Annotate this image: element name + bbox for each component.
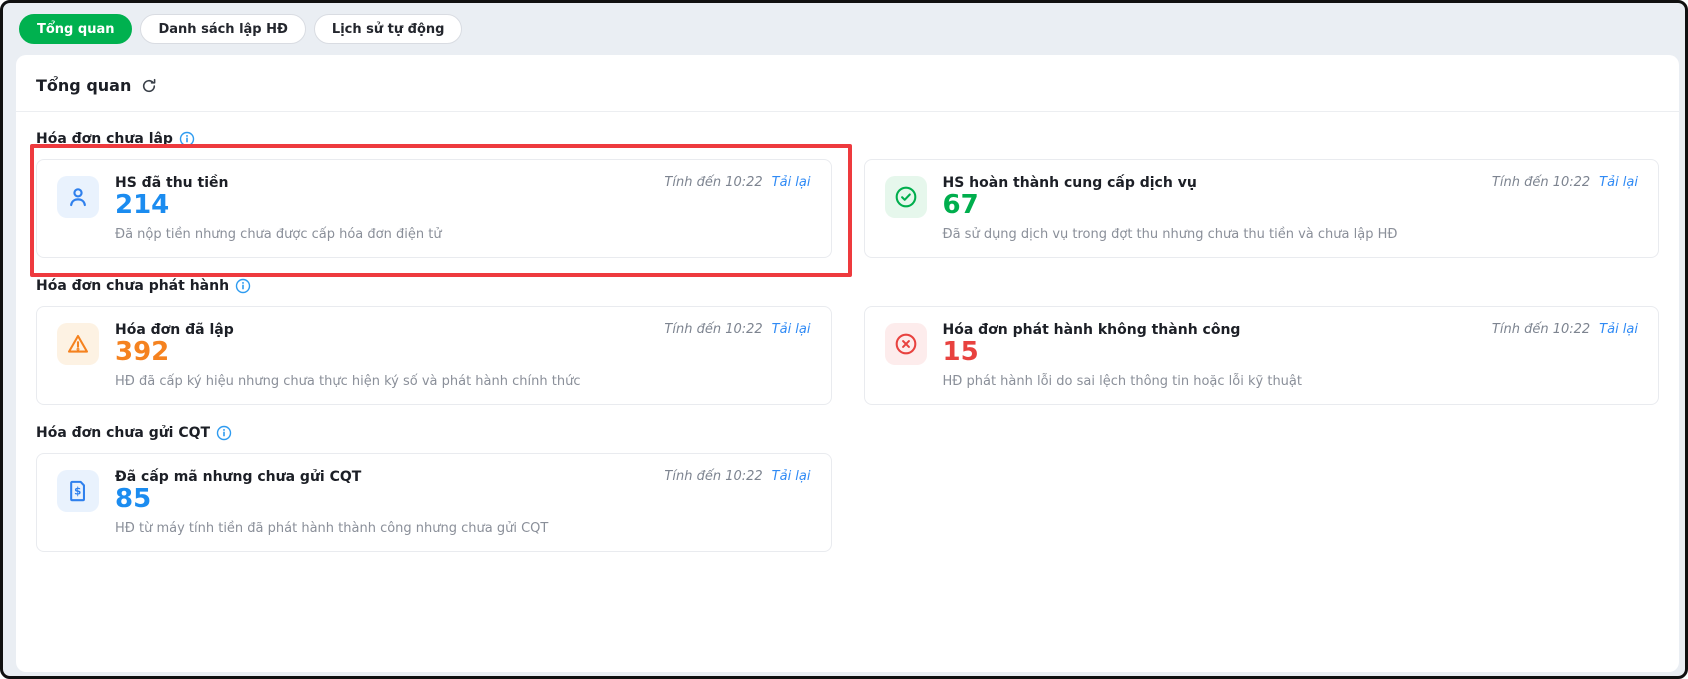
overview-panel: Tổng quan Hóa đơn chưa lập HS đã thu tiề…	[16, 55, 1679, 672]
as-of-text: Tính đến 10:22	[1491, 322, 1591, 338]
card-timestamp: Tính đến 10:22 Tải lại	[664, 320, 810, 337]
section-label-text: Hóa đơn chưa phát hành	[36, 278, 230, 295]
as-of-text: Tính đến 10:22	[664, 175, 763, 190]
page-title: Tổng quan	[36, 76, 132, 95]
card-timestamp: Tính đến 10:22 Tải lại	[1492, 320, 1638, 337]
card-value: 85	[115, 484, 152, 515]
card-title: Đã cấp mã nhưng chưa gửi CQT	[115, 469, 362, 486]
cards-row-2: Hóa đơn đã lập Tính đến 10:22 Tải lại 392…	[36, 306, 1659, 406]
card-description: HĐ từ máy tính tiền đã phát hành thành c…	[115, 521, 549, 537]
invoice-dollar-icon: $	[57, 470, 99, 513]
card-description: HĐ phát hành lỗi do sai lệch thông tin h…	[942, 374, 1302, 390]
card-timestamp: Tính đến 10:22 Tải lại	[1492, 173, 1638, 190]
cards-row-3: $ Đã cấp mã nhưng chưa gửi CQT Tính đến …	[36, 453, 1659, 553]
tab-tong-quan[interactable]: Tổng quan	[19, 14, 133, 44]
x-circle-icon	[884, 323, 927, 366]
cards-row-1: HS đã thu tiền Tính đến 10:22 Tải lại 214…	[30, 144, 1659, 278]
card-top: HS hoàn thành cung cấp dịch vụ Tính đến …	[943, 173, 1639, 191]
panel-header: Tổng quan	[16, 55, 1679, 112]
top-tab-bar: Tổng quan Danh sách lập HĐ Lịch sử tự độ…	[3, 3, 1685, 55]
card-timestamp: Tính đến 10:22 Tải lại	[664, 173, 810, 190]
card-timestamp: Tính đến 10:22 Tải lại	[664, 467, 810, 484]
section-label-hoa-don-chua-gui-cqt: Hóa đơn chưa gửi CQT	[36, 425, 1659, 441]
card-title: HS đã thu tiền	[115, 175, 229, 191]
reload-link[interactable]: Tải lại	[1599, 322, 1638, 337]
card-description: HĐ đã cấp ký hiệu nhưng chưa thực hiện k…	[115, 374, 581, 390]
card-description: Đã sử dụng dịch vụ trong đợt thu nhưng c…	[942, 227, 1398, 243]
as-of-text: Tính đến 10:22	[664, 322, 763, 338]
card-top: Đã cấp mã nhưng chưa gửi CQT Tính đến 10…	[115, 467, 811, 485]
card-phat-hanh-khong-thanh-cong[interactable]: Hóa đơn phát hành không thành công Tính …	[863, 306, 1659, 406]
svg-text:$: $	[74, 486, 81, 498]
user-icon	[57, 176, 99, 218]
section-label-hoa-don-chua-lap: Hóa đơn chưa lập	[36, 131, 1659, 147]
section-label-text: Hóa đơn chưa gửi CQT	[36, 425, 211, 442]
info-icon[interactable]	[216, 425, 232, 441]
card-main: Hóa đơn đã lập Tính đến 10:22 Tải lại 392…	[115, 320, 811, 389]
section-label-text: Hóa đơn chưa lập	[36, 131, 173, 147]
card-main: HS hoàn thành cung cấp dịch vụ Tính đến …	[943, 173, 1639, 242]
panel-body: Hóa đơn chưa lập HS đã thu tiền Tính đến…	[16, 112, 1679, 572]
reload-link[interactable]: Tải lại	[772, 469, 811, 484]
card-description: Đã nộp tiền nhưng chưa được cấp hóa đơn …	[115, 227, 442, 243]
refresh-icon[interactable]	[141, 78, 157, 94]
app-window: Tổng quan Danh sách lập HĐ Lịch sử tự độ…	[0, 0, 1688, 679]
reload-link[interactable]: Tải lại	[772, 175, 811, 190]
card-main: Hóa đơn phát hành không thành công Tính …	[943, 320, 1639, 389]
card-da-cap-ma-chua-gui-cqt[interactable]: $ Đã cấp mã nhưng chưa gửi CQT Tính đến …	[36, 453, 832, 553]
as-of-text: Tính đến 10:22	[664, 469, 763, 485]
card-hs-hoan-thanh-dich-vu[interactable]: HS hoàn thành cung cấp dịch vụ Tính đến …	[863, 159, 1659, 259]
tab-danh-sach-lap-hd[interactable]: Danh sách lập HĐ	[140, 14, 306, 44]
info-icon[interactable]	[235, 278, 251, 294]
reload-link[interactable]: Tải lại	[1599, 175, 1638, 190]
check-circle-icon	[884, 176, 927, 218]
card-value: 392	[115, 337, 170, 368]
card-main: HS đã thu tiền Tính đến 10:22 Tải lại 214…	[115, 173, 811, 242]
warning-triangle-icon	[57, 323, 99, 366]
tab-lich-su-tu-dong[interactable]: Lịch sử tự động	[313, 14, 463, 44]
card-value: 15	[942, 337, 979, 368]
card-hoa-don-da-lap[interactable]: Hóa đơn đã lập Tính đến 10:22 Tải lại 392…	[36, 306, 832, 406]
as-of-text: Tính đến 10:22	[1491, 175, 1591, 190]
card-top: Hóa đơn đã lập Tính đến 10:22 Tải lại	[115, 320, 811, 338]
card-top: HS đã thu tiền Tính đến 10:22 Tải lại	[115, 173, 811, 191]
card-top: Hóa đơn phát hành không thành công Tính …	[943, 320, 1639, 338]
card-title: Hóa đơn phát hành không thành công	[942, 322, 1241, 339]
card-value: 67	[942, 190, 979, 220]
card-hs-da-thu-tien[interactable]: HS đã thu tiền Tính đến 10:22 Tải lại 214…	[30, 144, 852, 278]
card-title: HS hoàn thành cung cấp dịch vụ	[942, 175, 1197, 191]
card-value: 214	[115, 190, 170, 220]
reload-link[interactable]: Tải lại	[772, 322, 811, 337]
card-title: Hóa đơn đã lập	[115, 322, 234, 339]
info-icon[interactable]	[179, 131, 195, 147]
section-label-hoa-don-chua-phat-hanh: Hóa đơn chưa phát hành	[36, 278, 1659, 294]
card-main: Đã cấp mã nhưng chưa gửi CQT Tính đến 10…	[115, 467, 811, 536]
